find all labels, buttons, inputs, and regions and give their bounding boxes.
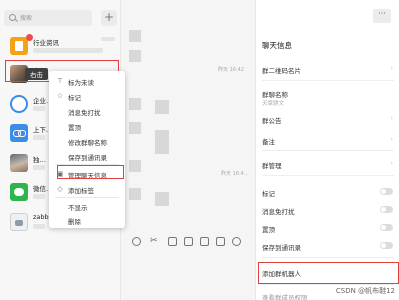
chevron-right-icon: › [390,160,393,167]
group-name-label: 群聊名称 [262,91,288,99]
message-bubble [155,192,169,206]
menu-item-rename[interactable]: 修改群聊名称 [49,134,125,148]
remark-row[interactable]: 备注 [262,136,275,146]
chat-preview [33,165,45,170]
mute-toggle[interactable] [380,206,393,213]
message-bubble [155,130,169,154]
chevron-right-icon: › [390,115,393,122]
emoji-icon[interactable] [132,237,141,246]
chart-icon[interactable] [200,237,209,246]
menu-item-label: 删除 [68,218,81,226]
phone-icon[interactable] [232,237,241,246]
chat-preview [33,106,45,111]
green-chat-avatar [10,183,28,201]
chain-avatar [10,124,28,142]
message-avatar [129,160,141,172]
divider [262,80,394,81]
group-name-value[interactable]: 天章顾文 [262,99,284,107]
menu-item-label: 标为未读 [68,79,94,87]
divider [262,175,394,176]
star-icon: ☆ [56,92,64,100]
menu-item-mark-unread[interactable]: ⊤ 标为未读 [49,74,125,88]
menu-item-label: 消息免打扰 [68,109,101,117]
pin-toggle[interactable] [380,224,393,231]
highlight-manage-chat-info [57,165,124,179]
search-row: 搜索 + [4,10,117,26]
search-icon [9,14,16,21]
divider [262,284,394,285]
chat-area: 昨天 16:42 昨天 16:4… ✂ [121,0,255,300]
folder-icon[interactable] [168,237,177,246]
more-icon[interactable]: ··· [373,9,391,23]
timestamp: 昨天 16:4… [221,171,249,177]
tag-icon: ◇ [57,185,63,193]
person-avatar [10,154,28,172]
chevron-right-icon: › [390,136,393,143]
scissors-icon[interactable]: ✂ [150,237,159,246]
chevron-right-icon: › [390,65,393,72]
mark-row: 标记 [262,190,275,198]
group-manage-row[interactable]: 群管理 [262,160,282,170]
menu-item-delete[interactable]: 删除 [49,213,125,227]
image-icon[interactable] [184,237,193,246]
menu-item-mute[interactable]: 消息免打扰 [49,104,125,118]
chat-preview [33,194,45,199]
wecom-avatar [10,95,28,113]
divider [262,150,394,151]
timestamp: 昨天 16:42 [218,67,244,73]
menu-item-hide[interactable]: 不显示 [49,199,125,213]
qr-code-row[interactable]: 群二维码名片 [262,65,301,75]
doc-icon[interactable] [216,237,225,246]
add-icon[interactable]: + [101,10,117,26]
menu-item-save-contacts[interactable]: 保存到通讯录 [49,149,125,163]
context-menu: ⊤ 标为未读 ☆ 标记 消息免打扰 置顶 修改群聊名称 保存到通讯录 ▣ 管理聊… [49,71,125,228]
menu-item-label: 不显示 [68,204,88,212]
mute-row: 消息免打扰 [262,208,295,216]
menu-item-label: 标记 [68,94,81,102]
menu-separator [55,197,119,198]
chat-time [101,37,115,41]
unread-badge [26,34,33,41]
menu-item-label: 保存到通讯录 [68,154,107,162]
robot-avatar [10,213,28,231]
message-avatar [129,122,141,134]
message-bubble [155,100,169,114]
input-toolbar: ✂ [126,235,251,249]
message-avatar [129,30,141,42]
menu-item-pin[interactable]: 置顶 [49,119,125,133]
chat-name: 独… [33,156,46,164]
industry-news-avatar [10,37,28,55]
menu-item-add-tag[interactable]: ◇ 添加标签 [49,182,125,196]
message-avatar [129,188,141,200]
panel-title: 聊天信息 [262,41,292,50]
message-avatar [129,98,141,110]
save-contacts-toggle[interactable] [380,242,393,249]
menu-item-star[interactable]: ☆ 标记 [49,89,125,103]
chat-preview [33,48,103,53]
menu-item-label: 添加标签 [68,187,94,195]
announcement-row[interactable]: 群公告 [262,115,282,125]
divider [262,257,394,258]
pin-icon: ⊤ [56,77,64,85]
search-input[interactable]: 搜索 [4,10,92,26]
watermark: CSDN @帆布鞋12 [335,287,395,295]
chat-name: 行业资讯 [33,39,59,47]
chat-info-panel: ··· 聊天信息 群二维码名片 › 群聊名称 天章顾文 群公告 › 备注 › 群… [255,0,399,300]
mark-toggle[interactable] [380,188,393,195]
highlight-add-bot [258,262,399,284]
view-more-row[interactable]: 查看群成员权限 [262,292,308,300]
chat-preview [33,224,45,229]
save-contacts-row: 保存到通讯录 [262,244,301,252]
chat-list-item[interactable]: 行业资讯 [0,31,121,61]
message-avatar [129,50,141,62]
menu-item-label: 置顶 [68,124,81,132]
pin-row: 置顶 [262,226,275,234]
chat-preview [33,135,45,140]
menu-item-label: 修改群聊名称 [68,139,107,147]
search-placeholder: 搜索 [20,15,33,22]
